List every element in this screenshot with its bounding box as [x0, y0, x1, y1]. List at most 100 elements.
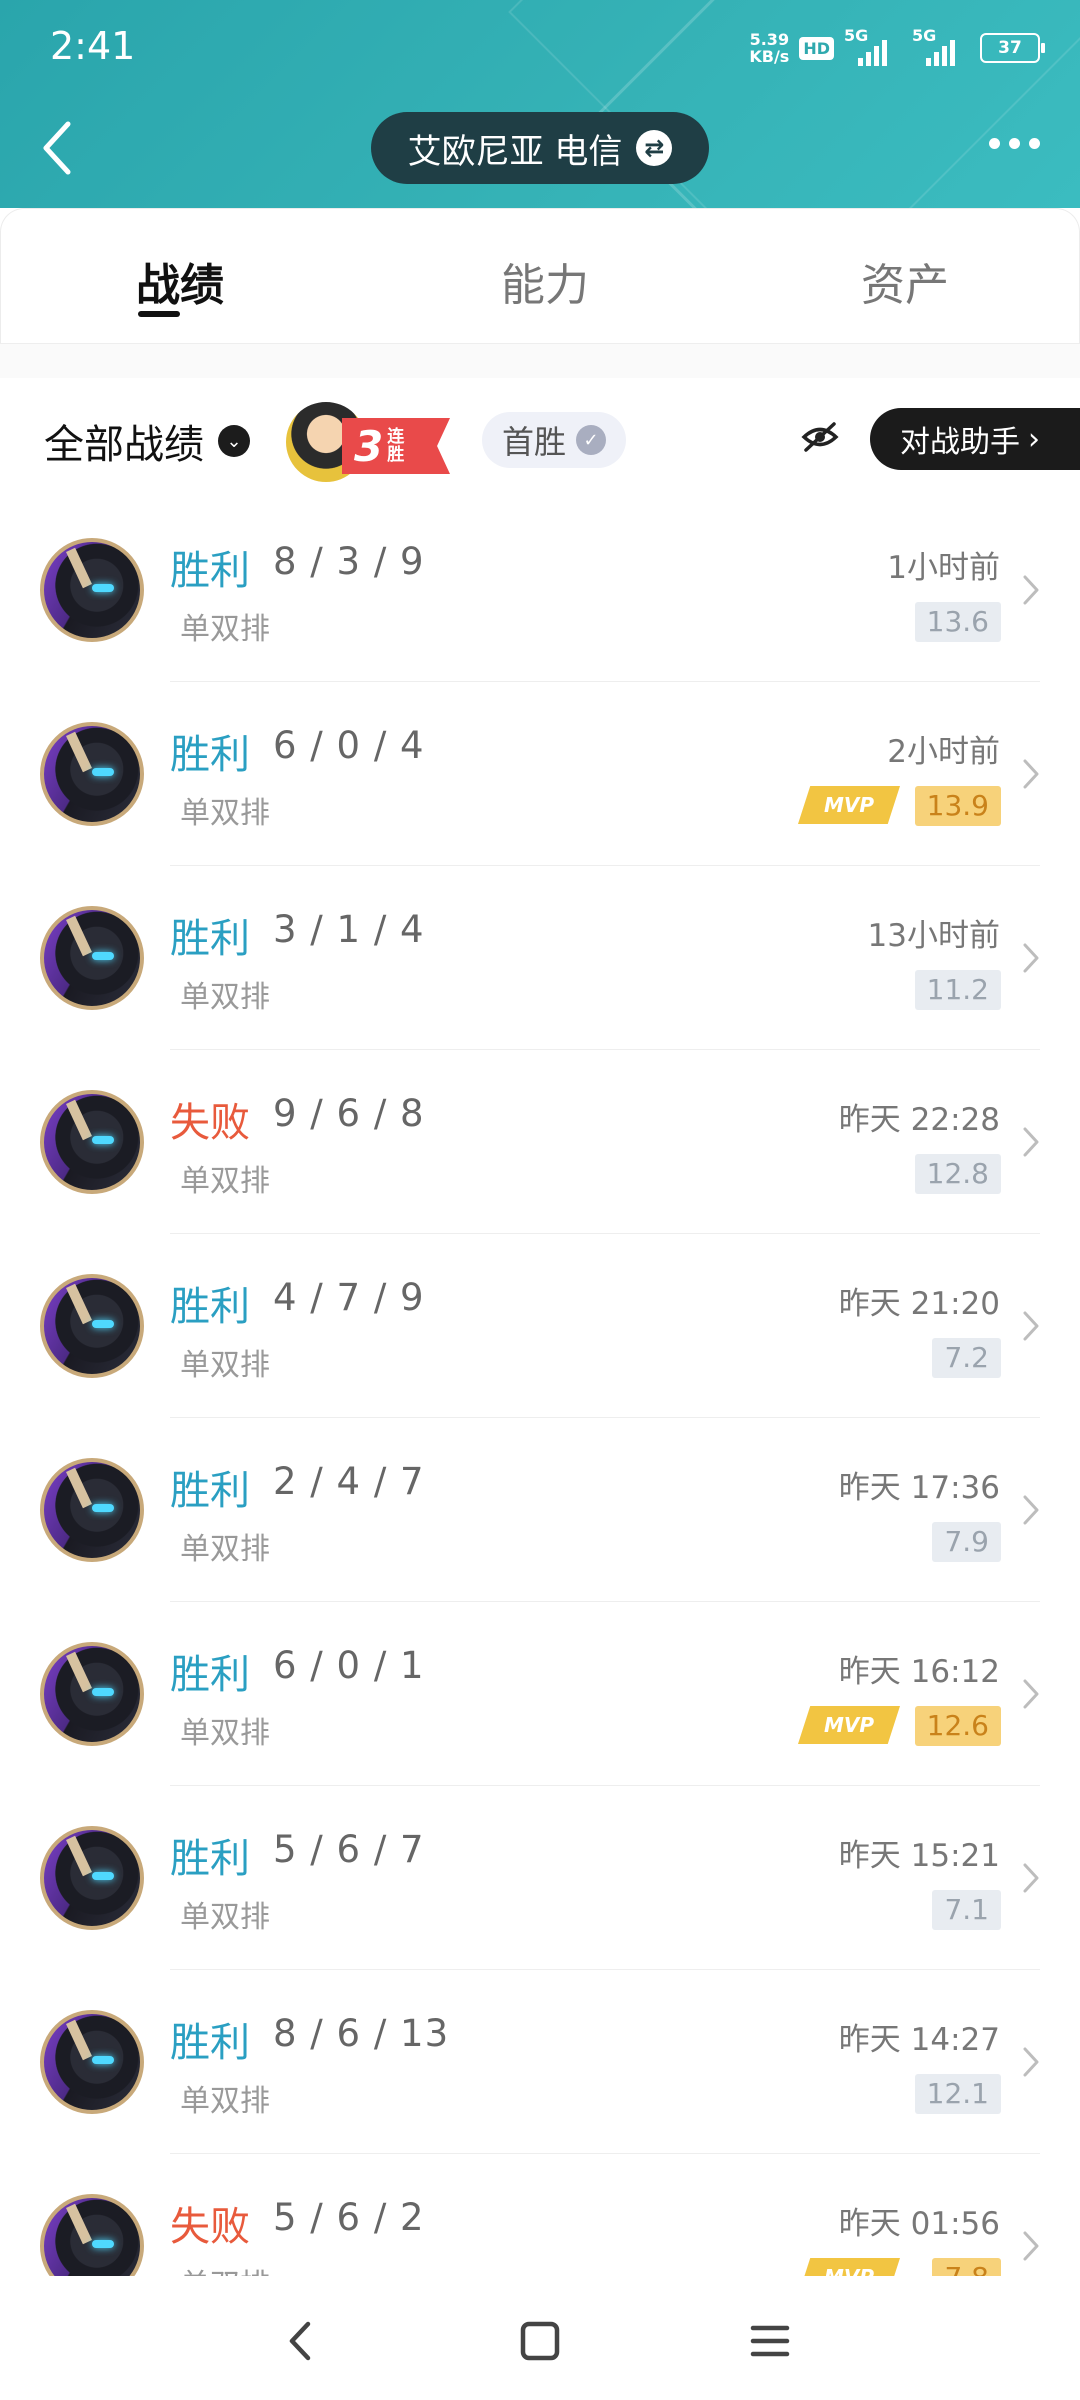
match-row[interactable]: 胜利 8 / 6 / 13 单双排 昨天 14:27 12.1	[0, 1970, 1080, 2154]
battery-icon: 37	[980, 33, 1045, 63]
match-result: 胜利	[170, 548, 250, 594]
more-dots-icon	[989, 138, 1000, 149]
server-switch-button[interactable]: 艾欧尼亚 电信 ⇄	[371, 112, 709, 184]
status-bar: 2:41 5.39 KB/s HD 5G 5G 37	[0, 0, 1080, 100]
chevron-right-icon: ›	[1028, 421, 1040, 457]
match-result: 胜利	[170, 1836, 250, 1882]
match-row[interactable]: 失败 9 / 6 / 8 单双排 昨天 22:28 12.8	[0, 1050, 1080, 1234]
record-filter-dropdown[interactable]: 全部战绩 ⌄	[44, 412, 250, 470]
net-speed: 5.39 KB/s	[749, 31, 789, 65]
champion-avatar	[40, 538, 144, 642]
chevron-right-icon	[1023, 575, 1039, 605]
back-button[interactable]	[36, 118, 84, 178]
app-header: 2:41 5.39 KB/s HD 5G 5G 37 艾欧尼亚 电信 ⇄	[0, 0, 1080, 208]
chevron-right-icon	[1023, 2231, 1039, 2261]
streak-flag: 3 连胜	[342, 418, 450, 474]
tab-bar: 战绩 能力 资产	[0, 208, 1080, 344]
chevron-right-icon	[1023, 2047, 1039, 2077]
match-mode: 单双排	[180, 1716, 270, 1751]
match-row[interactable]: 胜利 4 / 7 / 9 单双排 昨天 21:20 7.2	[0, 1234, 1080, 1418]
nav-home-icon	[520, 2321, 560, 2361]
match-result: 失败	[170, 1100, 250, 1146]
match-kda: 8 / 6 / 13	[273, 2012, 450, 2055]
match-time: 昨天 21:20	[838, 1286, 1000, 1322]
match-kda: 2 / 4 / 7	[273, 1460, 425, 1503]
champion-avatar	[40, 906, 144, 1010]
match-kda: 6 / 0 / 1	[273, 1644, 425, 1687]
match-time: 昨天 14:27	[838, 2022, 1000, 2058]
match-mode: 单双排	[180, 1532, 270, 1567]
match-time: 昨天 22:28	[838, 1102, 1000, 1138]
champion-avatar	[40, 1642, 144, 1746]
tab-assets[interactable]: 资产	[861, 249, 949, 313]
chevron-right-icon	[1023, 1679, 1039, 1709]
match-score: 7.2	[932, 1338, 1001, 1378]
first-win-tag[interactable]: 首胜 ✓	[482, 412, 627, 468]
match-score: 12.8	[914, 1154, 1001, 1194]
match-row[interactable]: 胜利 2 / 4 / 7 单双排 昨天 17:36 7.9	[0, 1418, 1080, 1602]
champion-avatar	[40, 1274, 144, 1378]
match-time: 昨天 17:36	[838, 1470, 1000, 1506]
nav-back-button[interactable]	[276, 2316, 326, 2366]
match-row[interactable]: 胜利 6 / 0 / 1 单双排 昨天 16:12 MVP 12.6	[0, 1602, 1080, 1786]
match-score: 11.2	[914, 970, 1001, 1010]
more-options-button[interactable]	[989, 138, 1040, 149]
match-mode: 单双排	[180, 1164, 270, 1199]
match-result: 胜利	[170, 1284, 250, 1330]
match-row[interactable]: 胜利 5 / 6 / 7 单双排 昨天 15:21 7.1	[0, 1786, 1080, 1970]
match-kda: 8 / 3 / 9	[273, 540, 425, 583]
match-time: 13小时前	[867, 918, 1000, 954]
match-row[interactable]: 胜利 8 / 3 / 9 单双排 1小时前 13.6	[0, 498, 1080, 682]
signal-5g-icon: 5G	[912, 26, 970, 66]
system-nav-bar	[0, 2276, 1080, 2400]
battle-assistant-button[interactable]: 对战助手 ›	[870, 408, 1080, 470]
match-mode: 单双排	[180, 1348, 270, 1383]
mvp-badge: MVP	[798, 1706, 900, 1744]
match-score: 12.1	[914, 2074, 1001, 2114]
match-score: 13.9	[914, 786, 1001, 826]
filter-row: 全部战绩 ⌄ 3 连胜 首胜 ✓ 对战助手 ›	[0, 378, 1080, 498]
tab-records[interactable]: 战绩	[136, 249, 224, 313]
check-icon: ✓	[576, 425, 607, 455]
match-time: 2小时前	[887, 734, 1000, 770]
match-time: 昨天 01:56	[838, 2206, 1000, 2242]
match-mode: 单双排	[180, 980, 270, 1015]
win-streak-badge[interactable]: 3 连胜	[284, 400, 450, 484]
match-kda: 5 / 6 / 2	[273, 2196, 425, 2239]
match-score: 7.9	[932, 1522, 1001, 1562]
chevron-left-icon	[43, 121, 71, 175]
match-mode: 单双排	[180, 2084, 270, 2119]
nav-home-button[interactable]	[515, 2316, 565, 2366]
chevron-right-icon	[1023, 943, 1039, 973]
match-mode: 单双排	[180, 612, 270, 647]
match-time: 1小时前	[887, 550, 1000, 586]
signal-5g-icon: 5G	[844, 26, 902, 66]
nav-menu-icon	[750, 2325, 790, 2357]
hide-eye-button[interactable]	[800, 420, 840, 454]
eye-off-icon	[801, 422, 839, 452]
streak-number: 3	[354, 421, 384, 471]
match-kda: 6 / 0 / 4	[273, 724, 425, 767]
match-result: 胜利	[170, 2020, 250, 2066]
section-spacer	[0, 344, 1080, 378]
match-score: 13.6	[914, 602, 1001, 642]
chevron-right-icon	[1023, 1495, 1039, 1525]
status-icons: 5.39 KB/s HD 5G 5G 37	[749, 26, 1045, 66]
match-mode: 单双排	[180, 796, 270, 831]
tab-active-indicator	[138, 311, 180, 317]
net-speed-unit: KB/s	[749, 47, 790, 66]
match-row[interactable]: 胜利 3 / 1 / 4 单双排 13小时前 11.2	[0, 866, 1080, 1050]
match-result: 胜利	[170, 1652, 250, 1698]
chevron-right-icon	[1023, 1311, 1039, 1341]
match-mode: 单双排	[180, 1900, 270, 1935]
mvp-badge: MVP	[798, 786, 900, 824]
swap-icon: ⇄	[636, 130, 673, 166]
match-row[interactable]: 胜利 6 / 0 / 4 单双排 2小时前 MVP 13.9	[0, 682, 1080, 866]
match-result: 胜利	[170, 1468, 250, 1514]
tab-ability[interactable]: 能力	[501, 249, 589, 313]
assistant-label: 对战助手	[900, 425, 1020, 460]
net-speed-value: 5.39	[749, 30, 790, 49]
nav-menu-button[interactable]	[745, 2316, 795, 2366]
champion-avatar	[40, 1090, 144, 1194]
match-time: 昨天 16:12	[838, 1654, 1000, 1690]
